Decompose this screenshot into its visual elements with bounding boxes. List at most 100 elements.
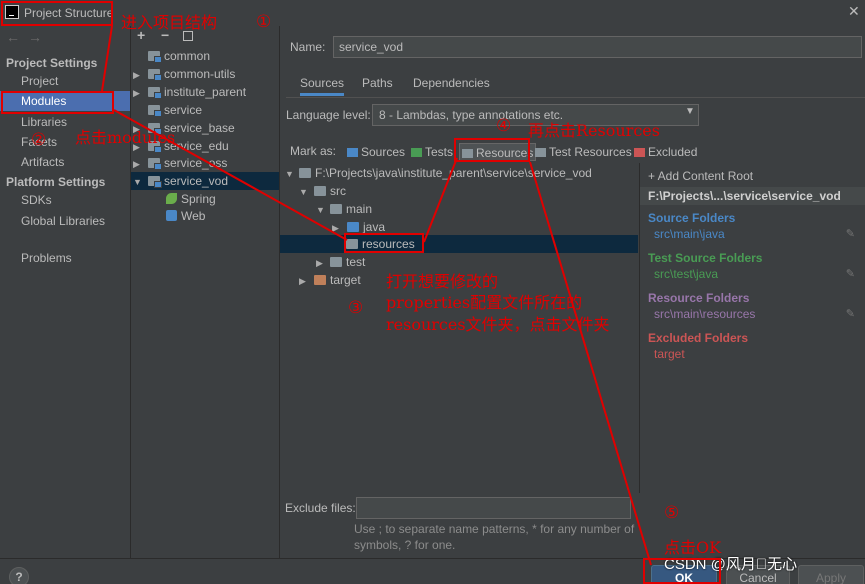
module-item-service-vod[interactable]: service_vod xyxy=(131,172,279,190)
annotation-step4: 再点击Resources xyxy=(528,121,660,140)
collapse-arrow-icon[interactable]: ▼ xyxy=(299,187,308,197)
module-folder-icon xyxy=(148,158,162,170)
annotation-step3-line3: resources文件夹，点击文件夹 xyxy=(386,315,610,334)
collapse-arrow-icon[interactable]: ▼ xyxy=(285,169,294,179)
apply-button[interactable]: Apply xyxy=(798,565,864,584)
module-item-common-utils[interactable]: common-utils xyxy=(148,65,235,83)
tree-item-content-root[interactable]: F:\Projects\java\institute_parent\servic… xyxy=(299,164,592,182)
module-folder-icon xyxy=(148,176,162,188)
expand-arrow-icon[interactable]: ▶ xyxy=(332,223,339,234)
annotation-step1: 进入项目结构 xyxy=(121,13,218,32)
exclude-files-label: Exclude files: xyxy=(285,501,356,515)
annotation-box xyxy=(454,138,530,162)
test-source-folder-path: src\test\java xyxy=(654,267,719,281)
close-icon[interactable]: ✕ xyxy=(848,3,860,20)
folder-icon xyxy=(314,186,326,196)
annotation-number: ① xyxy=(256,12,272,31)
excluded-folder-icon xyxy=(634,148,645,157)
source-folder-icon xyxy=(347,148,358,157)
source-folders-label: Source Folders xyxy=(648,211,736,225)
folder-icon xyxy=(299,168,311,178)
forward-arrow-icon[interactable]: → xyxy=(28,29,42,45)
edit-icon[interactable]: ✎ xyxy=(846,267,855,280)
annotation-box xyxy=(643,558,721,584)
source-folder-icon xyxy=(347,222,359,232)
folder-icon xyxy=(330,257,342,267)
facet-item-web[interactable]: Web xyxy=(166,207,205,225)
annotation-box xyxy=(344,233,424,253)
tab-sources[interactable]: Sources xyxy=(300,76,345,96)
exclude-hint: Use ; to separate name patterns, * for a… xyxy=(354,522,635,536)
mark-as-excluded-button[interactable]: Excluded xyxy=(634,143,697,161)
annotation-step3-line2: properties配置文件所在的 xyxy=(386,293,583,312)
edit-icon[interactable]: ✎ xyxy=(846,307,855,320)
tab-divider xyxy=(286,97,865,98)
annotation-number: ⑤ xyxy=(664,503,680,522)
name-label: Name: xyxy=(290,40,326,54)
module-folder-icon xyxy=(148,87,162,99)
module-folder-icon xyxy=(148,51,162,63)
mark-as-test-resources-button[interactable]: Test Resources xyxy=(535,143,632,161)
annotation-number: ④ xyxy=(496,116,512,135)
expand-arrow-icon[interactable]: ▶ xyxy=(316,258,323,269)
excluded-folder-path: target xyxy=(654,347,685,361)
chevron-down-icon[interactable]: ▼ xyxy=(685,106,695,117)
test-folder-icon xyxy=(411,148,422,157)
test-source-folders-label: Test Source Folders xyxy=(648,251,763,265)
module-item-common[interactable]: common xyxy=(148,47,210,65)
tree-item-main[interactable]: main xyxy=(330,200,372,218)
mark-as-tests-button[interactable]: Tests xyxy=(411,143,453,161)
help-icon[interactable]: ? xyxy=(9,567,29,584)
platform-settings-header: Platform Settings xyxy=(6,175,106,189)
facet-item-spring[interactable]: Spring xyxy=(166,190,216,208)
test-resource-folder-icon xyxy=(535,148,546,157)
expand-arrow-icon[interactable]: ▶ xyxy=(133,70,140,81)
module-item-service-oss[interactable]: service_oss xyxy=(148,154,227,172)
source-folder-path: src\main\java xyxy=(654,227,725,241)
sidebar-item-problems[interactable]: Problems xyxy=(0,248,130,268)
sidebar-item-sdks[interactable]: SDKs xyxy=(0,190,130,210)
expand-arrow-icon[interactable]: ▶ xyxy=(133,88,140,99)
sidebar-item-artifacts[interactable]: Artifacts xyxy=(0,152,130,172)
content-root-path: F:\Projects\...\service\service_vod xyxy=(640,187,865,205)
spring-leaf-icon xyxy=(166,193,177,204)
language-level-label: Language level: xyxy=(286,108,371,122)
folder-icon xyxy=(330,204,342,214)
mark-as-sources-button[interactable]: Sources xyxy=(347,143,405,161)
annotation-number: ③ xyxy=(348,298,364,317)
mark-as-label: Mark as: xyxy=(290,144,337,158)
exclude-hint: symbols, ? for one. xyxy=(354,538,456,552)
excluded-folder-icon xyxy=(314,275,326,285)
module-name-input[interactable]: service_vod xyxy=(333,36,862,58)
annotation-box xyxy=(1,91,114,114)
tab-dependencies[interactable]: Dependencies xyxy=(413,76,490,96)
annotation-number: ② xyxy=(31,130,47,149)
tab-paths[interactable]: Paths xyxy=(362,76,393,96)
module-folder-icon xyxy=(148,69,162,81)
resource-folders-label: Resource Folders xyxy=(648,291,750,305)
resource-folder-path: src\main\resources xyxy=(654,307,756,321)
tree-item-resources[interactable]: resources xyxy=(280,235,638,253)
excluded-folders-label: Excluded Folders xyxy=(648,331,749,345)
module-folder-icon xyxy=(148,105,162,117)
exclude-files-input[interactable] xyxy=(356,497,631,519)
annotation-step5: 点击OK xyxy=(664,538,722,557)
module-item-institute-parent[interactable]: institute_parent xyxy=(148,83,246,101)
annotation-box xyxy=(1,1,113,26)
collapse-arrow-icon[interactable]: ▼ xyxy=(316,205,325,215)
tree-item-src[interactable]: src xyxy=(314,182,346,200)
sidebar-item-project[interactable]: Project xyxy=(0,71,130,91)
add-content-root-button[interactable]: + Add Content Root xyxy=(648,169,753,183)
edit-icon[interactable]: ✎ xyxy=(846,227,855,240)
expand-arrow-icon[interactable]: ▶ xyxy=(133,159,140,170)
expand-arrow-icon[interactable]: ▶ xyxy=(299,276,306,287)
collapse-arrow-icon[interactable]: ▼ xyxy=(133,177,142,187)
web-icon xyxy=(166,210,177,221)
annotation-step2: 点击modules xyxy=(75,128,176,147)
module-item-service[interactable]: service xyxy=(148,101,202,119)
tree-item-test[interactable]: test xyxy=(330,253,365,271)
back-arrow-icon[interactable]: ← xyxy=(6,29,20,45)
tree-item-target[interactable]: target xyxy=(314,271,361,289)
sidebar-item-global-libraries[interactable]: Global Libraries xyxy=(0,211,130,231)
project-settings-header: Project Settings xyxy=(6,56,98,70)
